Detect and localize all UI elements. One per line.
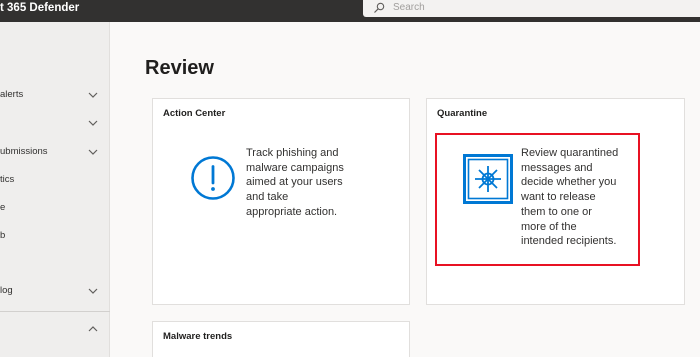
card-description: Track phishing and malware campaigns aim… (246, 146, 406, 220)
highlight-box (435, 133, 640, 266)
sidebar-divider (0, 311, 110, 312)
chevron-down-icon[interactable] (87, 147, 99, 157)
text-line: Track phishing and (246, 147, 339, 159)
sidebar-item-e[interactable]: e (0, 198, 110, 218)
app-title: t 365 Defender (0, 2, 80, 14)
sidebar-item-log[interactable]: log (0, 281, 110, 301)
card-malware-trends[interactable]: Malware trends (152, 321, 410, 357)
sidebar-item-label: ubmissions (0, 146, 48, 157)
search-input[interactable]: Search (393, 2, 425, 14)
chevron-down-icon[interactable] (87, 90, 99, 100)
sidebar-item-section[interactable] (0, 319, 110, 339)
sidebar-item-label: e (0, 202, 6, 213)
sidebar-item-b[interactable]: b (0, 226, 110, 246)
card-title: Malware trends (163, 331, 233, 342)
alert-circle-icon (191, 156, 235, 200)
sidebar-item-collapsed[interactable] (0, 113, 110, 133)
chevron-down-icon[interactable] (87, 118, 99, 128)
text-line: appropriate action. (246, 205, 338, 218)
sidebar-item-alerts[interactable]: alerts (0, 85, 110, 105)
sidebar-item-label: alerts (0, 89, 24, 100)
top-bar: t 365 Defender Search (0, 0, 700, 22)
text-line: aimed at your users (246, 176, 343, 189)
text-line: malware campaigns (246, 161, 344, 174)
sidebar-item-submissions[interactable]: ubmissions (0, 142, 110, 162)
card-title: Action Center (163, 108, 226, 119)
search-icon (374, 2, 385, 13)
sidebar-item-label: b (0, 230, 6, 241)
chevron-up-icon[interactable] (87, 324, 99, 334)
text-line: and take (246, 191, 289, 204)
card-action-center[interactable]: Action Center Track phishing and malware… (152, 98, 410, 305)
search-box[interactable]: Search (363, 0, 700, 17)
card-title: Quarantine (437, 108, 488, 119)
page-title: Review (145, 57, 214, 79)
sidebar-item-label: tics (0, 174, 15, 185)
sidebar-item-label: log (0, 285, 13, 296)
chevron-down-icon[interactable] (87, 286, 99, 296)
sidebar-item-tics[interactable]: tics (0, 170, 110, 190)
